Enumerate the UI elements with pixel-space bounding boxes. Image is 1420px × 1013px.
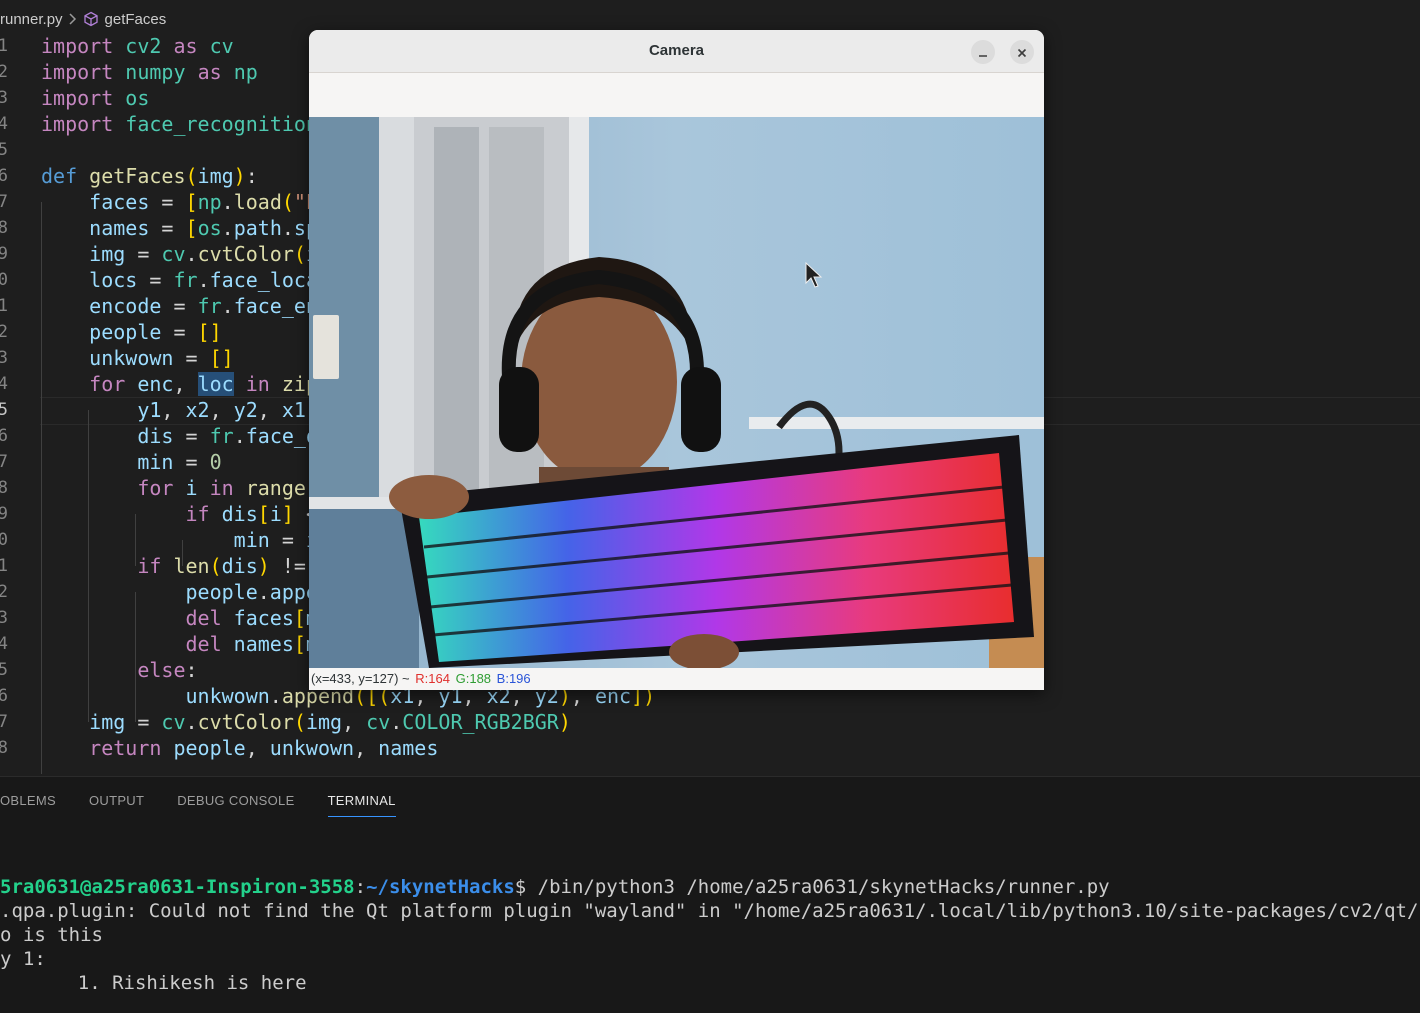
code-line[interactable]: return people, unkwown, names xyxy=(41,735,438,761)
code-line[interactable]: import face_recognition xyxy=(41,111,318,137)
terminal-output-line: y 1: xyxy=(0,948,46,970)
prompt-colon: : xyxy=(354,876,367,898)
line-number: 9 xyxy=(0,504,8,524)
line-number: 6 xyxy=(0,166,8,186)
code-line[interactable]: people.appe xyxy=(41,579,317,605)
line-number: 1 xyxy=(0,296,8,316)
status-coords: (x=433, y=127) ~ xyxy=(311,671,410,686)
close-button[interactable] xyxy=(1010,40,1034,64)
line-number: 8 xyxy=(0,218,8,238)
code-line[interactable]: faces = [np.load("P xyxy=(41,189,318,215)
breadcrumb: runner.py getFaces xyxy=(0,8,166,30)
code-line[interactable]: else: xyxy=(41,657,197,683)
tab-terminal[interactable]: TERMINAL xyxy=(327,793,396,817)
line-number: 5 xyxy=(0,140,8,160)
line-number: 8 xyxy=(0,738,8,758)
line-number: 5 xyxy=(0,400,8,420)
camera-statusbar: (x=433, y=127) ~ R:164 G:188 B:196 xyxy=(309,668,1044,690)
line-number: 4 xyxy=(0,114,8,134)
camera-frame-image xyxy=(309,117,1044,668)
bottom-panel: OBLEMS OUTPUT DEBUG CONSOLE TERMINAL 5ra… xyxy=(0,776,1420,1013)
code-line[interactable]: if len(dis) != xyxy=(41,553,306,579)
symbol-method-icon xyxy=(83,11,99,27)
line-number: 0 xyxy=(0,530,8,550)
code-line[interactable]: people = [] xyxy=(41,319,221,345)
camera-title: Camera xyxy=(648,42,705,59)
line-number: 1 xyxy=(0,36,8,56)
chevron-right-icon xyxy=(69,13,77,25)
terminal-command: $ /bin/python3 /home/a25ra0631/skynetHac… xyxy=(514,876,1110,898)
code-line[interactable]: encode = fr.face_en xyxy=(41,293,318,319)
tab-output[interactable]: OUTPUT xyxy=(89,793,144,817)
line-number: 7 xyxy=(0,192,8,212)
code-line[interactable]: import cv2 as cv xyxy=(41,33,234,59)
camera-feed[interactable] xyxy=(309,117,1044,668)
code-line[interactable]: dis = fr.face_d xyxy=(41,423,318,449)
status-green: G:188 xyxy=(455,671,492,686)
line-number: 8 xyxy=(0,478,8,498)
breadcrumb-file[interactable]: runner.py xyxy=(0,11,63,28)
line-number: 9 xyxy=(0,244,8,264)
code-line[interactable]: for i in range( xyxy=(41,475,318,501)
terminal-output-line: o is this xyxy=(0,924,103,946)
code-line[interactable]: y1, x2, y2, x1 xyxy=(41,397,306,423)
line-number: 4 xyxy=(0,374,8,394)
status-blue: B:196 xyxy=(496,671,531,686)
line-number: 7 xyxy=(0,712,8,732)
line-number: 3 xyxy=(0,88,8,108)
code-line[interactable]: import os xyxy=(41,85,149,111)
code-line[interactable]: if dis[i] < xyxy=(41,501,319,527)
line-number: 1 xyxy=(0,556,8,576)
code-line[interactable]: del faces[m xyxy=(41,605,318,631)
line-number: 6 xyxy=(0,686,8,706)
camera-toolbar xyxy=(309,73,1044,117)
code-line[interactable]: img = cv.cvtColor(img, cv.COLOR_RGB2BGR) xyxy=(41,709,571,735)
minimize-icon xyxy=(978,43,988,62)
minimize-button[interactable] xyxy=(971,40,995,64)
breadcrumb-symbol[interactable]: getFaces xyxy=(105,11,167,28)
panel-tabs: OBLEMS OUTPUT DEBUG CONSOLE TERMINAL xyxy=(0,793,429,817)
line-number: 3 xyxy=(0,348,8,368)
code-line[interactable]: img = cv.cvtColor(i xyxy=(41,241,318,267)
code-line[interactable]: import numpy as np xyxy=(41,59,258,85)
terminal-output-line: 1. Rishikesh is here xyxy=(32,972,307,994)
status-red: R:164 xyxy=(415,671,450,686)
tab-problems[interactable]: OBLEMS xyxy=(0,793,56,817)
code-line[interactable]: del names[m xyxy=(41,631,318,657)
line-number: 7 xyxy=(0,452,8,472)
line-number: 4 xyxy=(0,634,8,654)
line-number: 0 xyxy=(0,270,8,290)
close-icon xyxy=(1017,43,1027,62)
line-number: 2 xyxy=(0,322,8,342)
code-line[interactable]: names = [os.path.sp xyxy=(41,215,318,241)
line-number: 2 xyxy=(0,582,8,602)
line-number: 5 xyxy=(0,660,8,680)
code-line[interactable]: unkwown = [] xyxy=(41,345,234,371)
code-line[interactable]: min = 0 xyxy=(41,449,221,475)
prompt-user: 5ra0631@a25ra0631-Inspiron-3558 xyxy=(0,876,355,898)
terminal-output-line: .qpa.plugin: Could not find the Qt platf… xyxy=(0,900,1420,922)
terminal-prompt-line: 5ra0631@a25ra0631-Inspiron-3558:~/skynet… xyxy=(0,875,1110,899)
code-line[interactable]: for enc, loc in zip xyxy=(41,371,318,397)
camera-window[interactable]: Camera (x=433, y=127) ~ R:164 G:188 B:19… xyxy=(309,30,1044,690)
prompt-path: ~/skynetHacks xyxy=(366,876,515,898)
camera-titlebar[interactable]: Camera xyxy=(309,30,1044,73)
line-number: 6 xyxy=(0,426,8,446)
line-number: 3 xyxy=(0,608,8,628)
code-line[interactable]: min = i xyxy=(41,527,318,553)
code-line[interactable]: locs = fr.face_loca xyxy=(41,267,318,293)
code-line[interactable]: def getFaces(img): xyxy=(41,163,258,189)
tab-debug-console[interactable]: DEBUG CONSOLE xyxy=(177,793,294,817)
line-number: 2 xyxy=(0,62,8,82)
